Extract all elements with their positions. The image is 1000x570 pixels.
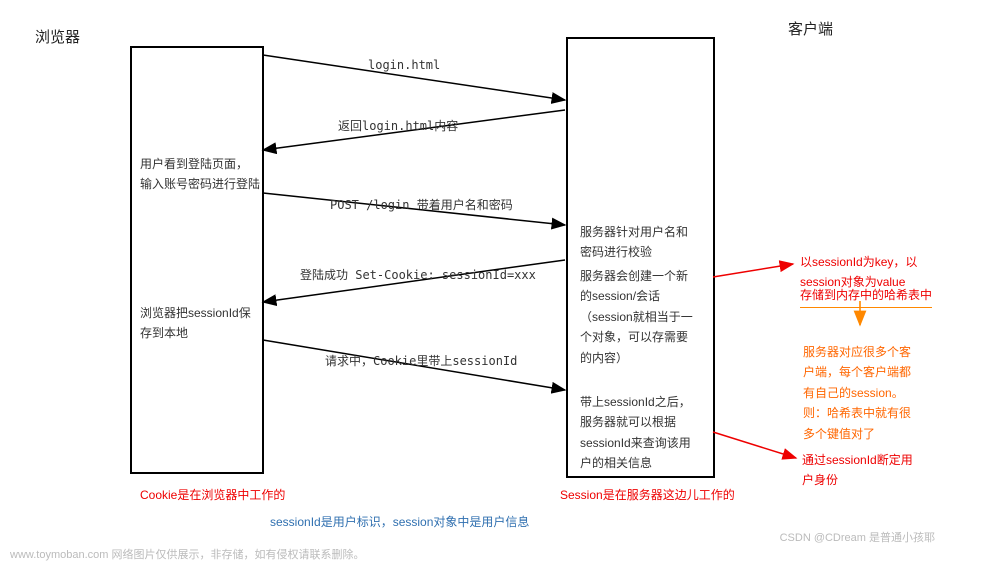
label-req2: POST /login 带着用户名和密码: [330, 196, 513, 213]
session-note: Session是在服务器这边儿工作的: [560, 485, 735, 505]
hash-note2: 存储到内存中的哈希表中: [800, 285, 932, 308]
multi-client-note: 服务器对应很多个客 户端，每个客户端都 有自己的session。 则：哈希表中就…: [803, 342, 911, 444]
watermark-left: www.toymoban.com 网络图片仅供展示，非存储，如有侵权请联系删除。: [10, 546, 364, 562]
label-req1: login.html: [368, 58, 440, 72]
sessionid-note: sessionId是用户标识，session对象中是用户信息: [270, 512, 529, 532]
arrow-hash: [713, 264, 793, 277]
watermark-right: CSDN @CDream 是普通小孩耶: [780, 529, 935, 545]
diagram-container: 浏览器 客户端 用户看到登陆页面， 输入账号密码进行登陆 浏览器把session…: [0, 0, 1000, 570]
label-resp1: 返回login.html内容: [338, 117, 458, 134]
verify-note: 通过sessionId断定用 户身份: [802, 450, 913, 491]
label-resp2: 登陆成功 Set-Cookie: sessionId=xxx: [300, 266, 536, 283]
arrow-verify: [713, 432, 796, 458]
label-req3: 请求中，Cookie里带上sessionId: [325, 352, 517, 369]
cookie-note: Cookie是在浏览器中工作的: [140, 485, 285, 505]
